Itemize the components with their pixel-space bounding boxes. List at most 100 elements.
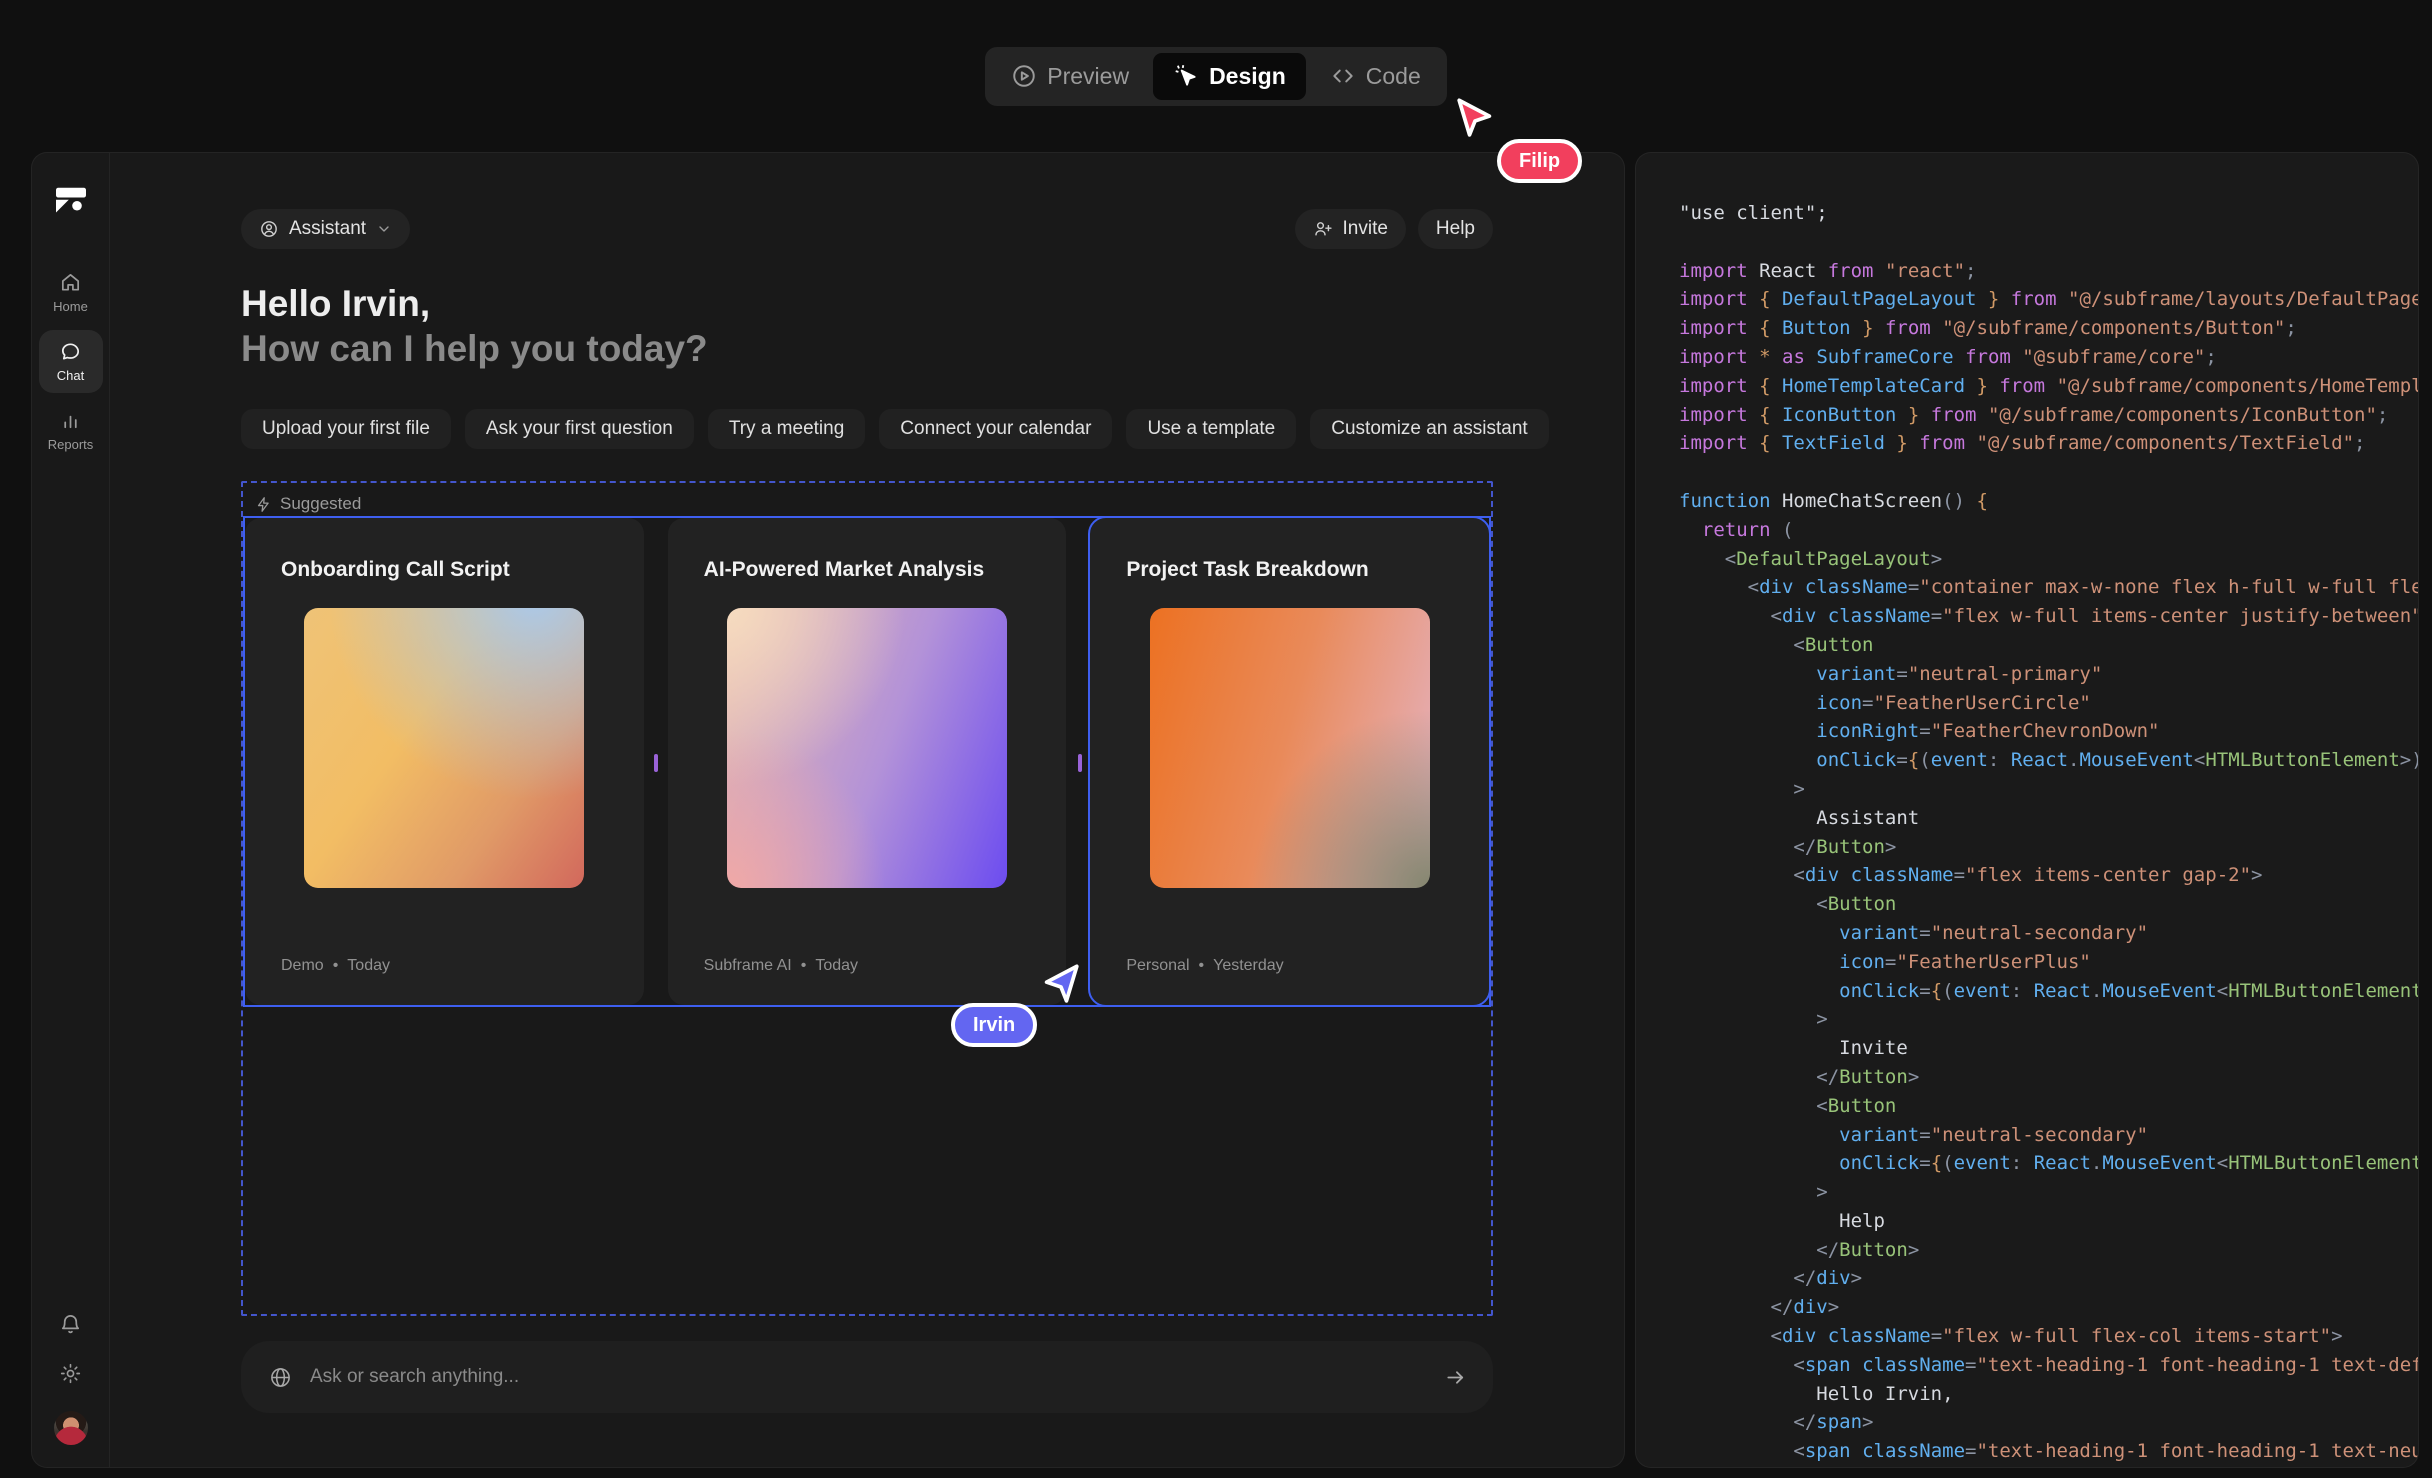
gap-indicator xyxy=(1078,754,1082,772)
code-line: import { HomeTemplateCard } from "@/subf… xyxy=(1679,372,2418,401)
bell-icon xyxy=(59,1313,82,1336)
design-canvas: Home Chat Reports xyxy=(31,152,1625,1468)
tab-design[interactable]: Design xyxy=(1153,53,1306,100)
arrow-right-icon[interactable] xyxy=(1444,1366,1467,1389)
code-line: onClick={(event: React.MouseEvent<HTMLBu… xyxy=(1679,1149,2418,1178)
tab-design-label: Design xyxy=(1209,63,1286,90)
greeting-line1: Hello Irvin, xyxy=(241,281,1493,326)
code-line: <Button xyxy=(1679,631,2418,660)
code-line: import React from "react"; xyxy=(1679,257,2418,286)
code-line: <div className="flex w-full items-center… xyxy=(1679,602,2418,631)
workspace: Home Chat Reports xyxy=(31,152,2419,1468)
code-line: onClick={(event: React.MouseEvent<HTMLBu… xyxy=(1679,977,2418,1006)
card-title: AI-Powered Market Analysis xyxy=(704,558,1031,582)
chat-icon xyxy=(59,340,82,363)
code-line: import { TextField } from "@/subframe/co… xyxy=(1679,429,2418,458)
code-line: <div className="container max-w-none fle… xyxy=(1679,573,2418,602)
sidebar-item-reports-label: Reports xyxy=(48,437,94,452)
code-line: <span className="text-heading-1 font-hea… xyxy=(1679,1437,2418,1466)
sidebar-item-chat-label: Chat xyxy=(57,368,84,383)
sidebar-item-reports[interactable]: Reports xyxy=(39,399,103,462)
sidebar-item-home-label: Home xyxy=(53,299,88,314)
code-line: </span> xyxy=(1679,1408,2418,1437)
code-line: function HomeChatScreen() { xyxy=(1679,487,2418,516)
chip-first-question[interactable]: Ask your first question xyxy=(465,409,694,449)
card-onboarding-call-script[interactable]: Onboarding Call Script Demo • Today xyxy=(245,518,644,1005)
code-line: <div className="flex items-center gap-2"… xyxy=(1679,861,2418,890)
code-line: import { Button } from "@/subframe/compo… xyxy=(1679,314,2418,343)
code-line: <div className="flex w-full flex-col ite… xyxy=(1679,1322,2418,1351)
chip-customize-assistant[interactable]: Customize an assistant xyxy=(1310,409,1548,449)
app-sidebar: Home Chat Reports xyxy=(32,153,110,1467)
code-panel[interactable]: "use client"; import React from "react";… xyxy=(1635,152,2419,1468)
card-project-task-breakdown[interactable]: Project Task Breakdown Personal • Yester… xyxy=(1090,518,1489,1005)
code-line: import * as SubframeCore from "@subframe… xyxy=(1679,343,2418,372)
chip-try-meeting[interactable]: Try a meeting xyxy=(708,409,865,449)
code-line: return ( xyxy=(1679,516,2418,545)
topbar: Preview Design Code xyxy=(0,0,2432,152)
tab-code-label: Code xyxy=(1366,63,1421,90)
code-line: > xyxy=(1679,775,2418,804)
card-title: Onboarding Call Script xyxy=(281,558,608,582)
card-meta: Subframe AI • Today xyxy=(704,957,1031,975)
code-line: variant="neutral-primary" xyxy=(1679,660,2418,689)
card-meta: Personal • Yesterday xyxy=(1126,957,1453,975)
card-ai-market-analysis[interactable]: AI-Powered Market Analysis Subframe AI •… xyxy=(668,518,1067,1005)
code-line: iconRight="FeatherChevronDown" xyxy=(1679,717,2418,746)
chat-header: Assistant Invite Help xyxy=(241,209,1493,249)
code-line: <DefaultPageLayout> xyxy=(1679,545,2418,574)
code-line: </Button> xyxy=(1679,1063,2418,1092)
assistant-dropdown-label: Assistant xyxy=(289,218,366,240)
view-mode-switcher: Preview Design Code xyxy=(985,47,1446,106)
greeting-line2: How can I help you today? xyxy=(241,326,1493,371)
code-line: </div> xyxy=(1679,1293,2418,1322)
invite-button[interactable]: Invite xyxy=(1295,209,1406,249)
bullet-separator: • xyxy=(801,957,807,975)
chip-upload-file[interactable]: Upload your first file xyxy=(241,409,451,449)
tab-code[interactable]: Code xyxy=(1310,53,1441,100)
chip-connect-calendar[interactable]: Connect your calendar xyxy=(879,409,1112,449)
sidebar-item-chat[interactable]: Chat xyxy=(39,330,103,393)
card-title: Project Task Breakdown xyxy=(1126,558,1453,582)
help-button-label: Help xyxy=(1436,218,1475,240)
code-line: </Button> xyxy=(1679,1236,2418,1265)
ask-search-bar xyxy=(241,1341,1493,1413)
card-gradient-thumbnail xyxy=(727,608,1007,888)
settings-button[interactable] xyxy=(59,1362,82,1385)
code-line: Assistant xyxy=(1679,804,2418,833)
user-avatar[interactable] xyxy=(54,1411,88,1445)
zap-icon xyxy=(255,496,272,513)
notifications-button[interactable] xyxy=(59,1313,82,1336)
card-meta: Demo • Today xyxy=(281,957,608,975)
subframe-logo-icon xyxy=(53,181,89,217)
gap-indicator xyxy=(654,754,658,772)
bullet-separator: • xyxy=(333,957,339,975)
code-line: import { IconButton } from "@/subframe/c… xyxy=(1679,401,2418,430)
code-line: </Button> xyxy=(1679,833,2418,862)
bullet-separator: • xyxy=(1199,957,1205,975)
code-line xyxy=(1679,458,2418,487)
sidebar-item-home[interactable]: Home xyxy=(39,261,103,324)
search-input[interactable] xyxy=(310,1366,1426,1388)
code-lines: "use client"; import React from "react";… xyxy=(1679,199,2418,1466)
user-plus-icon xyxy=(1313,219,1333,239)
help-button[interactable]: Help xyxy=(1418,209,1493,249)
home-icon xyxy=(59,271,82,294)
code-line: <Button xyxy=(1679,1092,2418,1121)
code-line: Help xyxy=(1679,1207,2418,1236)
code-line: import { DefaultPageLayout } from "@/sub… xyxy=(1679,285,2418,314)
design-cursor-icon xyxy=(1173,63,1199,89)
chip-use-template[interactable]: Use a template xyxy=(1126,409,1296,449)
code-line: variant="neutral-secondary" xyxy=(1679,1121,2418,1150)
code-line: <span className="text-heading-1 font-hea… xyxy=(1679,1351,2418,1380)
user-circle-icon xyxy=(259,219,279,239)
globe-icon xyxy=(269,1366,292,1389)
code-line: "use client"; xyxy=(1679,199,2418,228)
chevron-down-icon xyxy=(376,221,392,237)
code-line: variant="neutral-secondary" xyxy=(1679,919,2418,948)
gear-icon xyxy=(59,1362,82,1385)
bar-chart-icon xyxy=(59,409,82,432)
tab-preview[interactable]: Preview xyxy=(991,53,1149,100)
assistant-dropdown-button[interactable]: Assistant xyxy=(241,209,410,249)
code-line xyxy=(1679,228,2418,257)
